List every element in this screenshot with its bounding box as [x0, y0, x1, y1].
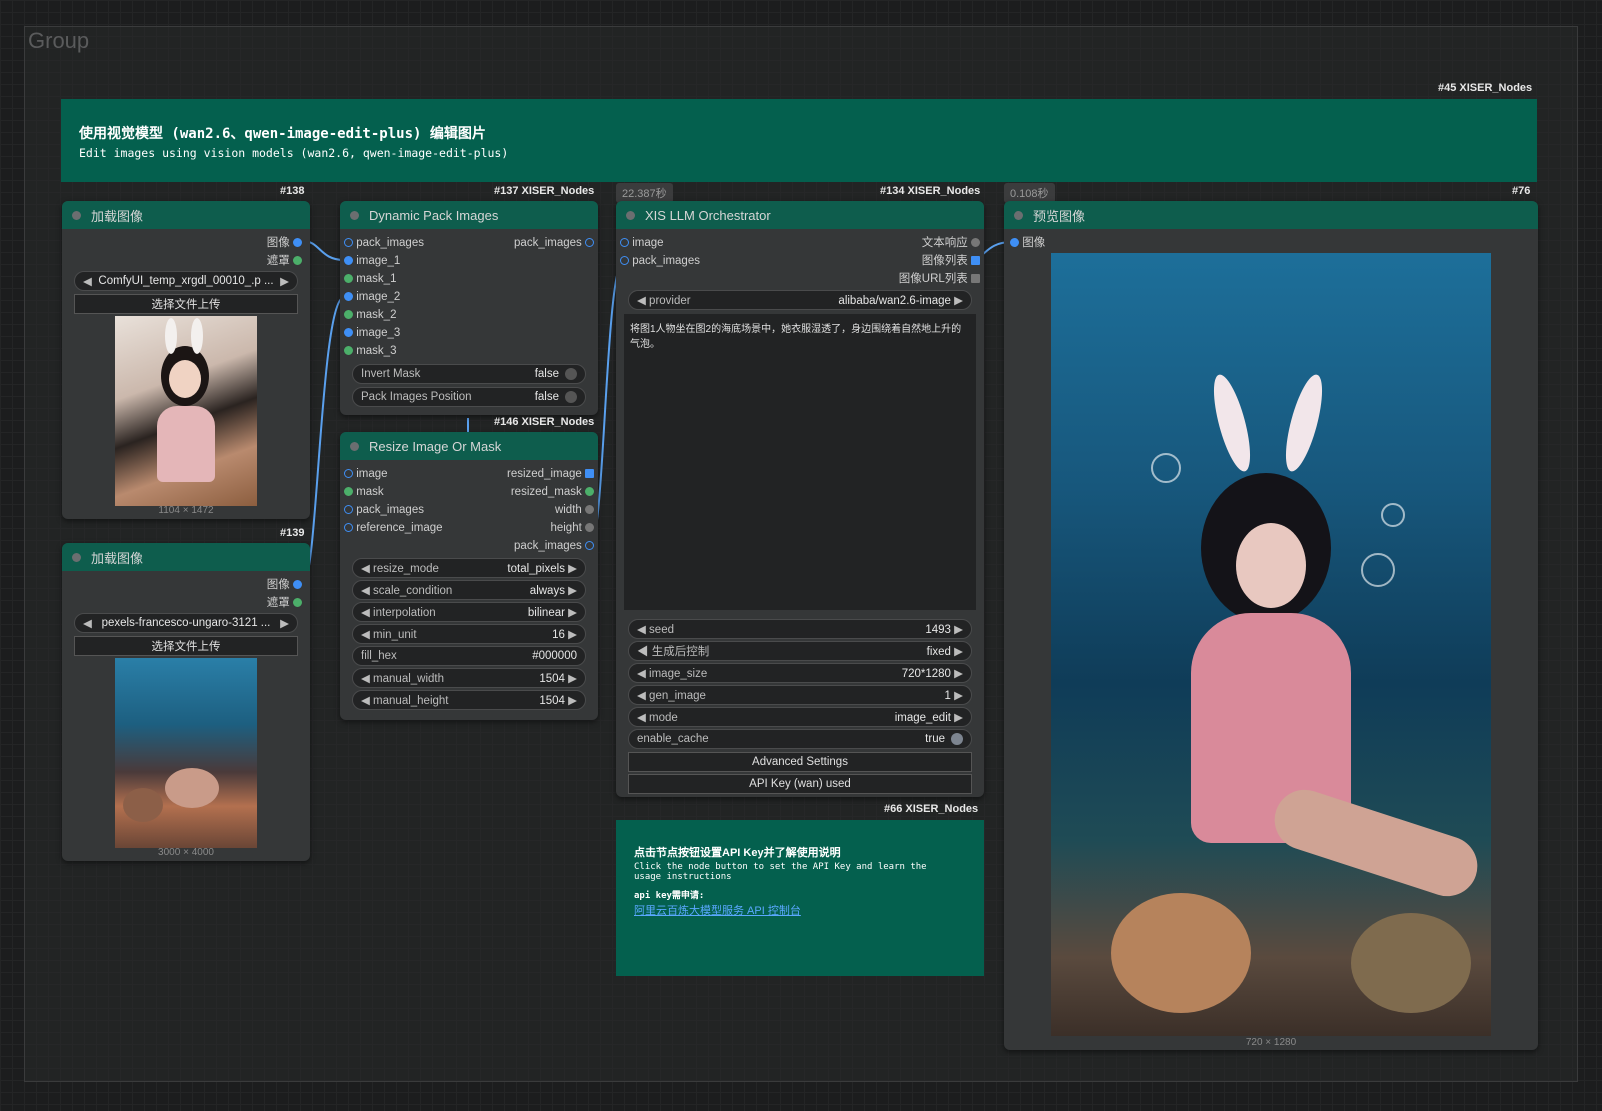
api-key-button[interactable]: API Key (wan) used — [628, 774, 972, 794]
llm-header[interactable]: XIS LLM Orchestrator — [616, 201, 984, 229]
preview-exec-time: 0.108秒 — [1004, 183, 1055, 203]
collapse-dot-icon[interactable] — [350, 441, 359, 451]
resize-output-width[interactable]: width — [507, 501, 594, 519]
resize-input-mask[interactable]: mask — [344, 483, 443, 501]
resize-input-image[interactable]: image — [344, 465, 443, 483]
load2-image-preview — [115, 658, 257, 848]
pack-input-image-2[interactable]: image_2 — [344, 288, 424, 306]
load1-image-preview — [115, 316, 257, 506]
toggle-knob-icon — [565, 390, 577, 403]
pack-input-mask-2[interactable]: mask_2 — [344, 306, 424, 324]
info-note-api-label: api key需申请: — [634, 891, 705, 901]
resize-output-resized-image[interactable]: resized_image — [507, 465, 594, 483]
llm-output-text[interactable]: 文本响应 — [899, 234, 980, 252]
info-note-body: Click the node button to set the API Key… — [634, 862, 927, 882]
llm-input-pack-images[interactable]: pack_images — [620, 252, 700, 270]
gen-image-stepper[interactable]: ◀ gen_image 1 ▶ — [628, 685, 972, 705]
pack-input-image-3[interactable]: image_3 — [344, 324, 424, 342]
load1-upload-button[interactable]: 选择文件上传 — [74, 294, 298, 314]
arrow-left-icon[interactable]: ◀ — [83, 616, 92, 630]
preview-header[interactable]: 预览图像 — [1004, 201, 1538, 229]
load2-header[interactable]: 加载图像 — [62, 543, 310, 571]
preview-dimensions: 720 × 1280 — [1245, 1037, 1297, 1048]
load1-file-select[interactable]: ◀ ComfyUI_temp_xrgdl_00010_.p ... ▶ — [74, 271, 298, 291]
api-console-link[interactable]: 阿里云百炼大模型服务 API 控制台 — [634, 902, 801, 918]
resize-output-height[interactable]: height — [507, 519, 594, 537]
load1-dimensions: 1104 × 1472 — [158, 505, 214, 516]
load-image-node-2[interactable]: 加载图像 图像 遮罩 ◀ pexels-francesco-ungaro-3121… — [62, 543, 310, 861]
load2-id: #139 — [280, 527, 305, 539]
mode-select[interactable]: ◀ mode image_edit ▶ — [628, 707, 972, 727]
header-note-id: #45 XISER_Nodes — [1438, 82, 1533, 94]
pack-id: #137 XISER_Nodes — [494, 185, 595, 197]
collapse-dot-icon[interactable] — [350, 210, 359, 220]
scale-condition-select[interactable]: ◀ scale_condition always ▶ — [352, 580, 586, 600]
load2-output-image[interactable]: 图像 — [267, 576, 302, 594]
advanced-settings-button[interactable]: Advanced Settings — [628, 752, 972, 772]
arrow-right-icon[interactable]: ▶ — [280, 274, 289, 288]
load2-file-select[interactable]: ◀ pexels-francesco-ungaro-3121 ... ▶ — [74, 613, 298, 633]
manual-height-stepper[interactable]: ◀ manual_height 1504 ▶ — [352, 690, 586, 710]
toggle-knob-icon — [565, 367, 577, 380]
pack-output-pack-images[interactable]: pack_images — [514, 234, 594, 252]
prompt-textarea[interactable]: 将图1人物坐在图2的海底场景中，她衣服湿透了，身边围绕着自然地上升的气泡。 — [624, 314, 976, 610]
collapse-dot-icon[interactable] — [72, 210, 81, 220]
interpolation-select[interactable]: ◀ interpolation bilinear ▶ — [352, 602, 586, 622]
provider-select[interactable]: ◀ provider alibaba/wan2.6-image ▶ — [628, 290, 972, 310]
pack-header[interactable]: Dynamic Pack Images — [340, 201, 598, 229]
arrow-right-icon[interactable]: ▶ — [280, 616, 289, 630]
load1-id: #138 — [280, 185, 305, 197]
resize-output-resized-mask[interactable]: resized_mask — [507, 483, 594, 501]
pack-input-pack-images[interactable]: pack_images — [344, 234, 424, 252]
load1-output-mask[interactable]: 遮罩 — [267, 252, 302, 270]
resize-image-node[interactable]: Resize Image Or Mask image mask pack_ima… — [340, 432, 598, 720]
toggle-knob-icon — [951, 732, 963, 745]
pack-input-mask-3[interactable]: mask_3 — [344, 342, 424, 360]
image-size-select[interactable]: ◀ image_size 720*1280 ▶ — [628, 663, 972, 683]
manual-width-stepper[interactable]: ◀ manual_width 1504 ▶ — [352, 668, 586, 688]
load2-upload-button[interactable]: 选择文件上传 — [74, 636, 298, 656]
load-image-node-1[interactable]: 加载图像 图像 遮罩 ◀ ComfyUI_temp_xrgdl_00010_.p … — [62, 201, 310, 519]
load2-dimensions: 3000 × 4000 — [158, 847, 214, 858]
resize-input-reference-image[interactable]: reference_image — [344, 519, 443, 537]
enable-cache-toggle[interactable]: enable_cache true — [628, 729, 972, 749]
resize-output-pack-images[interactable]: pack_images — [507, 537, 594, 555]
llm-output-image-list[interactable]: 图像列表 — [899, 252, 980, 270]
seed-stepper[interactable]: ◀ seed 1493 ▶ — [628, 619, 972, 639]
info-note-id: #66 XISER_Nodes — [884, 803, 979, 815]
collapse-dot-icon[interactable] — [72, 552, 81, 562]
fill-hex-input[interactable]: fill_hex #000000 — [352, 646, 586, 666]
info-note[interactable]: 点击节点按钮设置API Key并了解使用说明 Click the node bu… — [616, 820, 984, 976]
load1-output-image[interactable]: 图像 — [267, 234, 302, 252]
load2-output-mask[interactable]: 遮罩 — [267, 594, 302, 612]
collapse-dot-icon[interactable] — [1014, 210, 1023, 220]
load1-header[interactable]: 加载图像 — [62, 201, 310, 229]
min-unit-stepper[interactable]: ◀ min_unit 16 ▶ — [352, 624, 586, 644]
header-note-title: 使用视觉模型 (wan2.6、qwen-image-edit-plus) 编辑图… — [79, 126, 486, 142]
info-note-title: 点击节点按钮设置API Key并了解使用说明 — [634, 847, 841, 859]
resize-mode-select[interactable]: ◀ resize_mode total_pixels ▶ — [352, 558, 586, 578]
llm-input-image[interactable]: image — [620, 234, 700, 252]
resize-id: #146 XISER_Nodes — [494, 416, 595, 428]
resize-input-pack-images[interactable]: pack_images — [344, 501, 443, 519]
preview-input-image[interactable]: 图像 — [1010, 234, 1045, 252]
pack-input-image-1[interactable]: image_1 — [344, 252, 424, 270]
llm-orchestrator-node[interactable]: XIS LLM Orchestrator image pack_images 文… — [616, 201, 984, 797]
resize-header[interactable]: Resize Image Or Mask — [340, 432, 598, 460]
arrow-left-icon[interactable]: ◀ — [83, 274, 92, 288]
preview-image-node[interactable]: 预览图像 图像 720 × 1280 — [1004, 201, 1538, 1050]
llm-exec-time: 22.387秒 — [616, 183, 673, 203]
header-note[interactable]: 使用视觉模型 (wan2.6、qwen-image-edit-plus) 编辑图… — [61, 99, 1537, 182]
pack-input-mask-1[interactable]: mask_1 — [344, 270, 424, 288]
dynamic-pack-images-node[interactable]: Dynamic Pack Images pack_images image_1 … — [340, 201, 598, 415]
header-note-subtitle: Edit images using vision models (wan2.6,… — [79, 146, 509, 160]
preview-output-image — [1051, 253, 1491, 1036]
preview-id: #76 — [1512, 185, 1531, 197]
llm-output-url-list[interactable]: 图像URL列表 — [899, 270, 980, 288]
control-after-generate-select[interactable]: ◀ 生成后控制 fixed ▶ — [628, 641, 972, 661]
llm-id: #134 XISER_Nodes — [880, 185, 981, 197]
pack-position-toggle[interactable]: Pack Images Position false — [352, 387, 586, 407]
pack-invert-mask-toggle[interactable]: Invert Mask false — [352, 364, 586, 384]
collapse-dot-icon[interactable] — [626, 210, 635, 220]
